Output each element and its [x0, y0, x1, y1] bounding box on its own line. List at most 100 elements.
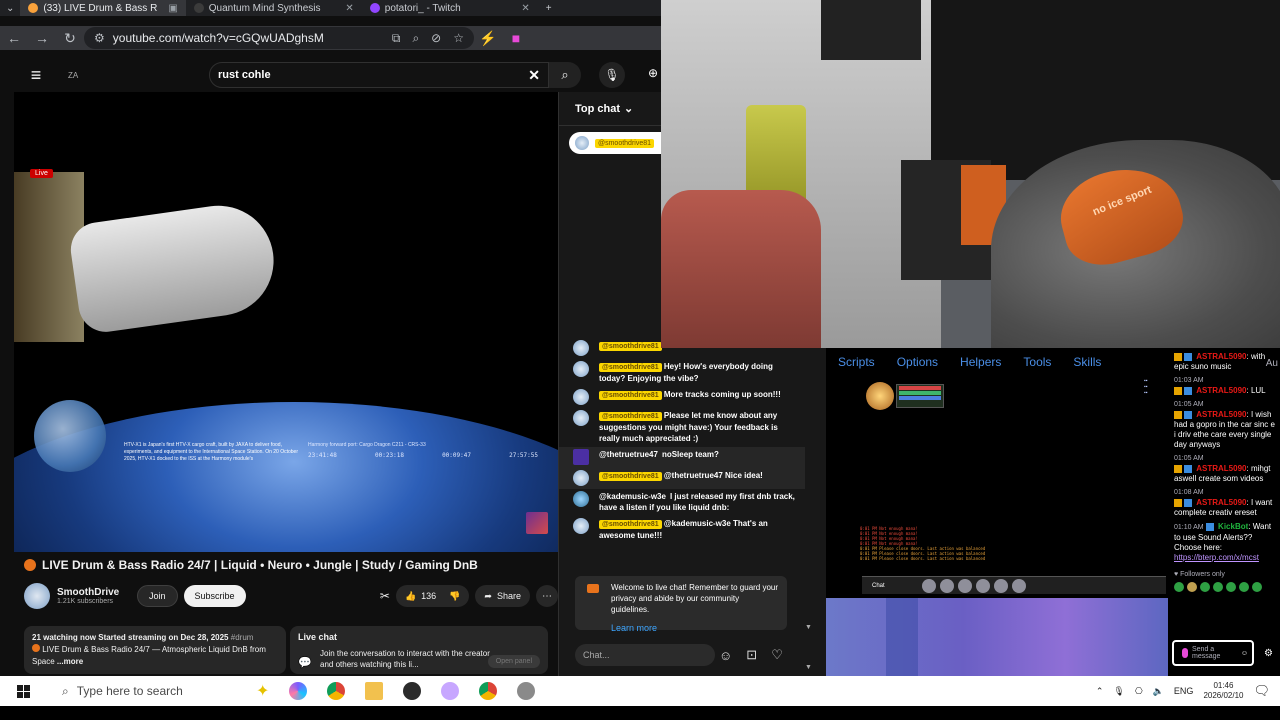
thumbs-down-icon[interactable]: 👎 — [449, 591, 460, 602]
snipping-tool-icon[interactable] — [441, 682, 460, 700]
reload-icon[interactable]: ↻ — [56, 30, 84, 47]
tab-youtube[interactable]: (33) LIVE Drum & Bass R ▣ — [20, 0, 186, 16]
more-actions-button[interactable]: ⋯ — [536, 585, 558, 607]
search-button[interactable]: ⌕ — [549, 62, 581, 88]
install-icon[interactable]: ⧉ — [392, 31, 401, 46]
forward-icon[interactable]: → — [28, 30, 56, 46]
skill-slot-icon[interactable] — [958, 578, 972, 593]
emote-icon[interactable] — [1239, 582, 1249, 592]
super-chat-icon[interactable]: ⊡ — [746, 647, 757, 663]
like-button[interactable]: 👍 136 👎 — [395, 585, 470, 607]
top-chat-dropdown[interactable]: Top chat — [575, 103, 620, 115]
scroll-down-icon[interactable]: ▼ — [805, 664, 812, 671]
network-icon[interactable]: ⎔ — [1135, 686, 1143, 697]
microphone-icon[interactable]: 🎙 — [1113, 686, 1124, 697]
extension-icon[interactable]: ⚡ — [474, 30, 502, 47]
create-icon[interactable]: ⊕ — [648, 66, 658, 80]
share-button[interactable]: ➦ Share — [475, 585, 530, 607]
author-name[interactable]: @smoothdrive81 — [599, 412, 662, 421]
emote-icon[interactable] — [1187, 582, 1197, 592]
menu-icon[interactable]: ≡ — [14, 65, 58, 86]
menu-scripts[interactable]: Scripts — [838, 355, 875, 369]
author-name[interactable]: @thetruetrue47 — [599, 450, 658, 459]
more-link[interactable]: ...more — [57, 657, 83, 666]
hashtag-link[interactable]: #drum — [231, 633, 254, 642]
language-indicator[interactable]: ENG — [1174, 686, 1194, 696]
skill-slot-icon[interactable] — [1012, 578, 1026, 593]
address-bar[interactable]: ⚙ youtube.com/watch?v=cGQwUADghsM ⧉ ⌕ ⊘ … — [84, 27, 474, 49]
copilot-icon[interactable] — [289, 682, 308, 700]
scroll-down-icon[interactable]: ▼ — [805, 624, 812, 631]
emoji-icon[interactable]: ☺ — [1241, 650, 1248, 657]
tab-list-icon[interactable]: ⌄ — [0, 0, 20, 16]
game-chat-tab[interactable]: Chat — [872, 583, 885, 589]
search-input[interactable]: rust cohle ✕ — [209, 62, 549, 88]
file-explorer-icon[interactable] — [365, 682, 384, 700]
clock[interactable]: 01:46 2026/02/10 — [1203, 681, 1243, 701]
emote-icon[interactable] — [1226, 582, 1236, 592]
author-name[interactable]: @kademusic-w3e — [599, 492, 666, 501]
author-name[interactable]: @smoothdrive81 — [599, 391, 662, 400]
chrome-icon[interactable] — [327, 682, 346, 700]
voice-search-button[interactable]: 🎙 — [599, 62, 625, 88]
sparkle-icon[interactable]: ✦ — [256, 681, 269, 701]
twitch-link[interactable]: https://bterp.com/x/mcst — [1174, 553, 1259, 562]
join-button[interactable]: Join — [137, 585, 178, 607]
volume-icon[interactable]: 🔈 — [1153, 686, 1164, 697]
start-button[interactable] — [0, 676, 46, 706]
close-tab-icon[interactable]: ✕ — [345, 3, 353, 14]
clear-search-icon[interactable]: ✕ — [528, 67, 540, 84]
menu-options[interactable]: Options — [897, 355, 938, 369]
back-icon[interactable]: ← — [0, 30, 28, 46]
twitch-author[interactable]: ASTRAL5090 — [1196, 352, 1246, 361]
zoom-icon[interactable]: ⌕ — [412, 31, 419, 46]
channel-name[interactable]: SmoothDrive — [57, 587, 129, 598]
description-box[interactable]: 21 watching now Started streaming on Dec… — [24, 626, 286, 674]
subscribe-button[interactable]: Subscribe — [183, 585, 246, 607]
obs-icon[interactable] — [403, 682, 422, 700]
tab-quantum[interactable]: Quantum Mind Synthesis ✕ — [186, 0, 362, 16]
close-tab-icon[interactable]: ▣ — [168, 3, 177, 14]
close-tab-icon[interactable]: ✕ — [521, 3, 529, 14]
chevron-down-icon[interactable]: ⌄ — [624, 102, 633, 115]
twitch-author[interactable]: ASTRAL5090 — [1196, 410, 1246, 419]
twitch-author[interactable]: ASTRAL5090 — [1196, 498, 1246, 507]
emoji-icon[interactable]: ☺ — [719, 648, 732, 663]
channel-avatar[interactable] — [24, 583, 50, 609]
eye-off-icon[interactable]: ⊘ — [431, 31, 441, 46]
skill-slot-icon[interactable] — [994, 578, 1008, 593]
author-name[interactable]: @smoothdrive81 — [599, 342, 662, 351]
twitch-author[interactable]: ASTRAL5090 — [1196, 464, 1246, 473]
game-viewport[interactable]: ▪▪ ▪▪ ▪▪ 0:01 PM Not enough mana! 0:01 PM … — [826, 376, 1168, 598]
learn-more-link[interactable]: Learn more — [611, 623, 779, 634]
site-info-icon[interactable]: ⚙ — [94, 31, 105, 45]
chat-input[interactable]: Chat... — [575, 644, 715, 666]
youtube-logo[interactable]: ZA — [68, 71, 168, 80]
emote-icon[interactable] — [1213, 582, 1223, 592]
app-icon[interactable] — [517, 682, 536, 700]
emote-icon[interactable] — [1174, 582, 1184, 592]
channel-watermark[interactable] — [526, 512, 548, 534]
settings-icon[interactable]: ⚙ — [1264, 648, 1273, 659]
skill-slot-icon[interactable] — [922, 578, 936, 593]
open-panel-button[interactable]: Open panel — [487, 655, 540, 668]
heart-icon[interactable]: ♡ — [771, 647, 783, 663]
chrome-profile-icon[interactable] — [479, 682, 498, 700]
video-player[interactable]: Live HTV-X1 is Japan's first HTV-X cargo… — [14, 92, 558, 552]
tab-twitch[interactable]: potatori_ - Twitch ✕ — [362, 0, 538, 16]
author-name[interactable]: @smoothdrive81 — [599, 520, 662, 529]
new-tab-button[interactable]: + — [538, 0, 560, 16]
chevron-up-icon[interactable]: ⌃ — [1096, 686, 1104, 697]
author-name[interactable]: @smoothdrive81 — [599, 472, 662, 481]
emote-icon[interactable] — [1200, 582, 1210, 592]
menu-skills[interactable]: Skills — [1073, 355, 1101, 369]
bookmark-star-icon[interactable]: ☆ — [453, 31, 464, 46]
notification-icon[interactable]: 🗨 — [1253, 683, 1270, 699]
skill-slot-icon[interactable] — [976, 578, 990, 593]
twitch-send-message-input[interactable]: Send a message ☺ — [1172, 640, 1254, 666]
twitch-author[interactable]: KickBot — [1218, 522, 1248, 531]
menu-tools[interactable]: Tools — [1023, 355, 1051, 369]
emote-icon[interactable] — [1252, 582, 1262, 592]
menu-helpers[interactable]: Helpers — [960, 355, 1001, 369]
skill-slot-icon[interactable] — [940, 578, 954, 593]
